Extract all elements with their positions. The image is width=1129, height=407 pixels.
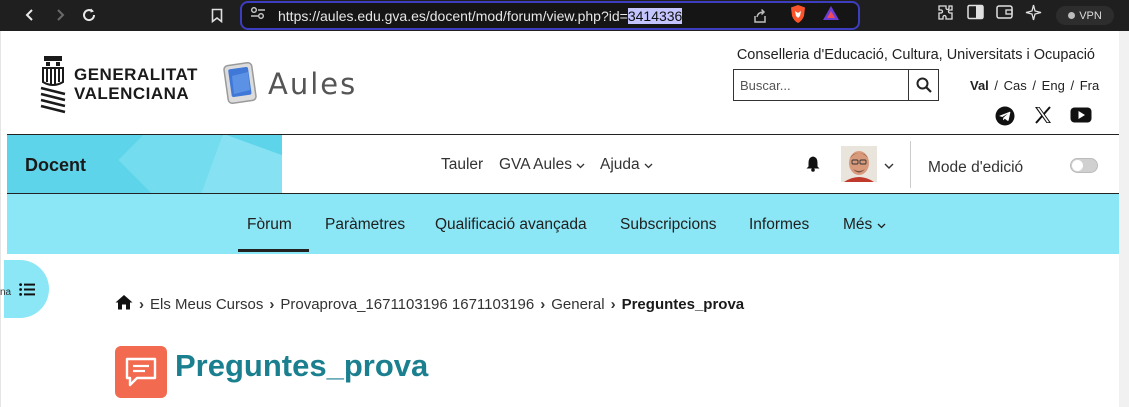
gva-logo[interactable]: GENERALITAT VALENCIANA bbox=[38, 54, 198, 114]
breadcrumb-chevron-icon: › bbox=[540, 295, 546, 313]
tab-forum[interactable]: Fòrum bbox=[247, 216, 292, 234]
page-title: Preguntes_prova bbox=[175, 348, 429, 383]
gva-name-line1: GENERALITAT bbox=[74, 65, 198, 84]
gva-name-line2: VALENCIANA bbox=[74, 84, 190, 103]
site-name: Docent bbox=[25, 155, 87, 175]
url-text: https://aules.edu.gva.es/docent/mod/foru… bbox=[278, 7, 683, 24]
site-settings-icon[interactable] bbox=[250, 6, 266, 25]
vpn-label: VPN bbox=[1079, 9, 1102, 22]
share-icon[interactable] bbox=[752, 8, 768, 29]
youtube-icon[interactable] bbox=[1070, 106, 1092, 129]
home-icon[interactable] bbox=[115, 294, 133, 314]
tab-informes[interactable]: Informes bbox=[749, 216, 809, 234]
conselleria-name: Conselleria d'Educació, Cultura, Univers… bbox=[736, 47, 1095, 63]
tab-qualificacio-avancada[interactable]: Qualificació avançada bbox=[435, 216, 587, 234]
notifications-bell-icon[interactable] bbox=[805, 155, 821, 177]
primary-navbar: Docent Tauler GVA Aules Ajuda Mode d'edi… bbox=[7, 134, 1119, 194]
lang-val[interactable]: Val bbox=[970, 78, 989, 93]
chevron-down-icon bbox=[644, 163, 653, 169]
vpn-status-icon bbox=[1068, 12, 1076, 19]
edit-mode-label: Mode d'edició bbox=[928, 159, 1024, 176]
forward-icon[interactable] bbox=[46, 1, 74, 29]
breadcrumb-chevron-icon: › bbox=[269, 295, 275, 313]
list-icon bbox=[18, 282, 35, 296]
forum-icon bbox=[115, 346, 167, 398]
nav-ajuda-label: Ajuda bbox=[600, 156, 640, 173]
lang-fra[interactable]: Fra bbox=[1080, 78, 1100, 93]
tab-mes[interactable]: Més bbox=[843, 216, 886, 234]
brave-rewards-icon[interactable] bbox=[822, 4, 840, 27]
divider bbox=[910, 141, 911, 188]
lang-cas[interactable]: Cas bbox=[1004, 78, 1027, 93]
breadcrumb-item[interactable]: Els Meus Cursos bbox=[150, 296, 263, 313]
gva-crest-icon bbox=[40, 56, 66, 114]
chevron-down-icon bbox=[576, 163, 585, 169]
wallet-icon[interactable] bbox=[996, 4, 1013, 25]
chevron-down-icon bbox=[877, 223, 886, 229]
lang-separator: / bbox=[1070, 78, 1075, 93]
breadcrumb-item[interactable]: General bbox=[551, 296, 604, 313]
edit-mode-toggle[interactable] bbox=[1070, 158, 1098, 173]
url-selected-text: 3414336 bbox=[627, 7, 683, 24]
breadcrumb-chevron-icon: › bbox=[139, 295, 144, 313]
browser-toolbar: https://aules.edu.gva.es/docent/mod/foru… bbox=[0, 0, 1129, 31]
lang-eng[interactable]: Eng bbox=[1042, 78, 1065, 93]
clipped-side-text: na bbox=[0, 287, 12, 298]
nav-ajuda[interactable]: Ajuda bbox=[600, 156, 653, 174]
aules-logo[interactable]: Aules bbox=[220, 62, 357, 106]
active-tab-underline bbox=[238, 249, 309, 252]
x-twitter-icon[interactable] bbox=[1034, 106, 1052, 129]
tab-mes-label: Més bbox=[843, 216, 873, 233]
url-prefix: https://aules.edu.gva.es/docent/mod/foru… bbox=[278, 7, 628, 24]
search-icon bbox=[916, 77, 932, 93]
vpn-button[interactable]: VPN bbox=[1056, 6, 1114, 25]
bookmark-icon[interactable] bbox=[203, 1, 231, 29]
tab-parametres[interactable]: Paràmetres bbox=[325, 216, 405, 234]
lang-separator: / bbox=[994, 78, 999, 93]
aules-tablet-icon bbox=[223, 62, 257, 104]
breadcrumb: › Els Meus Cursos › Provaprova_167110319… bbox=[115, 294, 744, 314]
nav-tauler[interactable]: Tauler bbox=[441, 156, 483, 174]
extensions-icon[interactable] bbox=[937, 4, 954, 26]
breadcrumb-chevron-icon: › bbox=[610, 295, 616, 313]
back-icon[interactable] bbox=[16, 1, 44, 29]
breadcrumb-current: Preguntes_prova bbox=[621, 295, 745, 313]
user-menu-chevron-icon[interactable] bbox=[884, 157, 894, 175]
telegram-icon[interactable] bbox=[995, 106, 1015, 131]
leo-ai-icon[interactable] bbox=[1025, 4, 1042, 26]
address-bar[interactable]: https://aules.edu.gva.es/docent/mod/foru… bbox=[240, 1, 860, 30]
breadcrumb-item[interactable]: Provaprova_1671103196 1671103196 bbox=[280, 296, 534, 313]
site-name-box[interactable]: Docent bbox=[7, 135, 282, 193]
search-input[interactable] bbox=[734, 70, 908, 100]
avatar[interactable] bbox=[841, 146, 877, 182]
nav-gva-aules[interactable]: GVA Aules bbox=[499, 156, 585, 174]
scrollbar[interactable] bbox=[1119, 31, 1129, 407]
secondary-navbar: Fòrum Paràmetres Qualificació avançada S… bbox=[7, 194, 1119, 254]
reload-icon[interactable] bbox=[75, 1, 103, 29]
sidebar-icon[interactable] bbox=[967, 4, 984, 25]
search-box bbox=[733, 69, 939, 101]
nav-gva-aules-label: GVA Aules bbox=[499, 156, 572, 173]
language-selector: Val / Cas / Eng / Fra bbox=[970, 78, 1101, 93]
brave-shields-icon[interactable] bbox=[789, 4, 807, 29]
tab-subscripcions[interactable]: Subscripcions bbox=[620, 216, 717, 234]
search-button[interactable] bbox=[908, 70, 938, 100]
aules-wordmark: Aules bbox=[268, 67, 358, 101]
lang-separator: / bbox=[1032, 78, 1037, 93]
